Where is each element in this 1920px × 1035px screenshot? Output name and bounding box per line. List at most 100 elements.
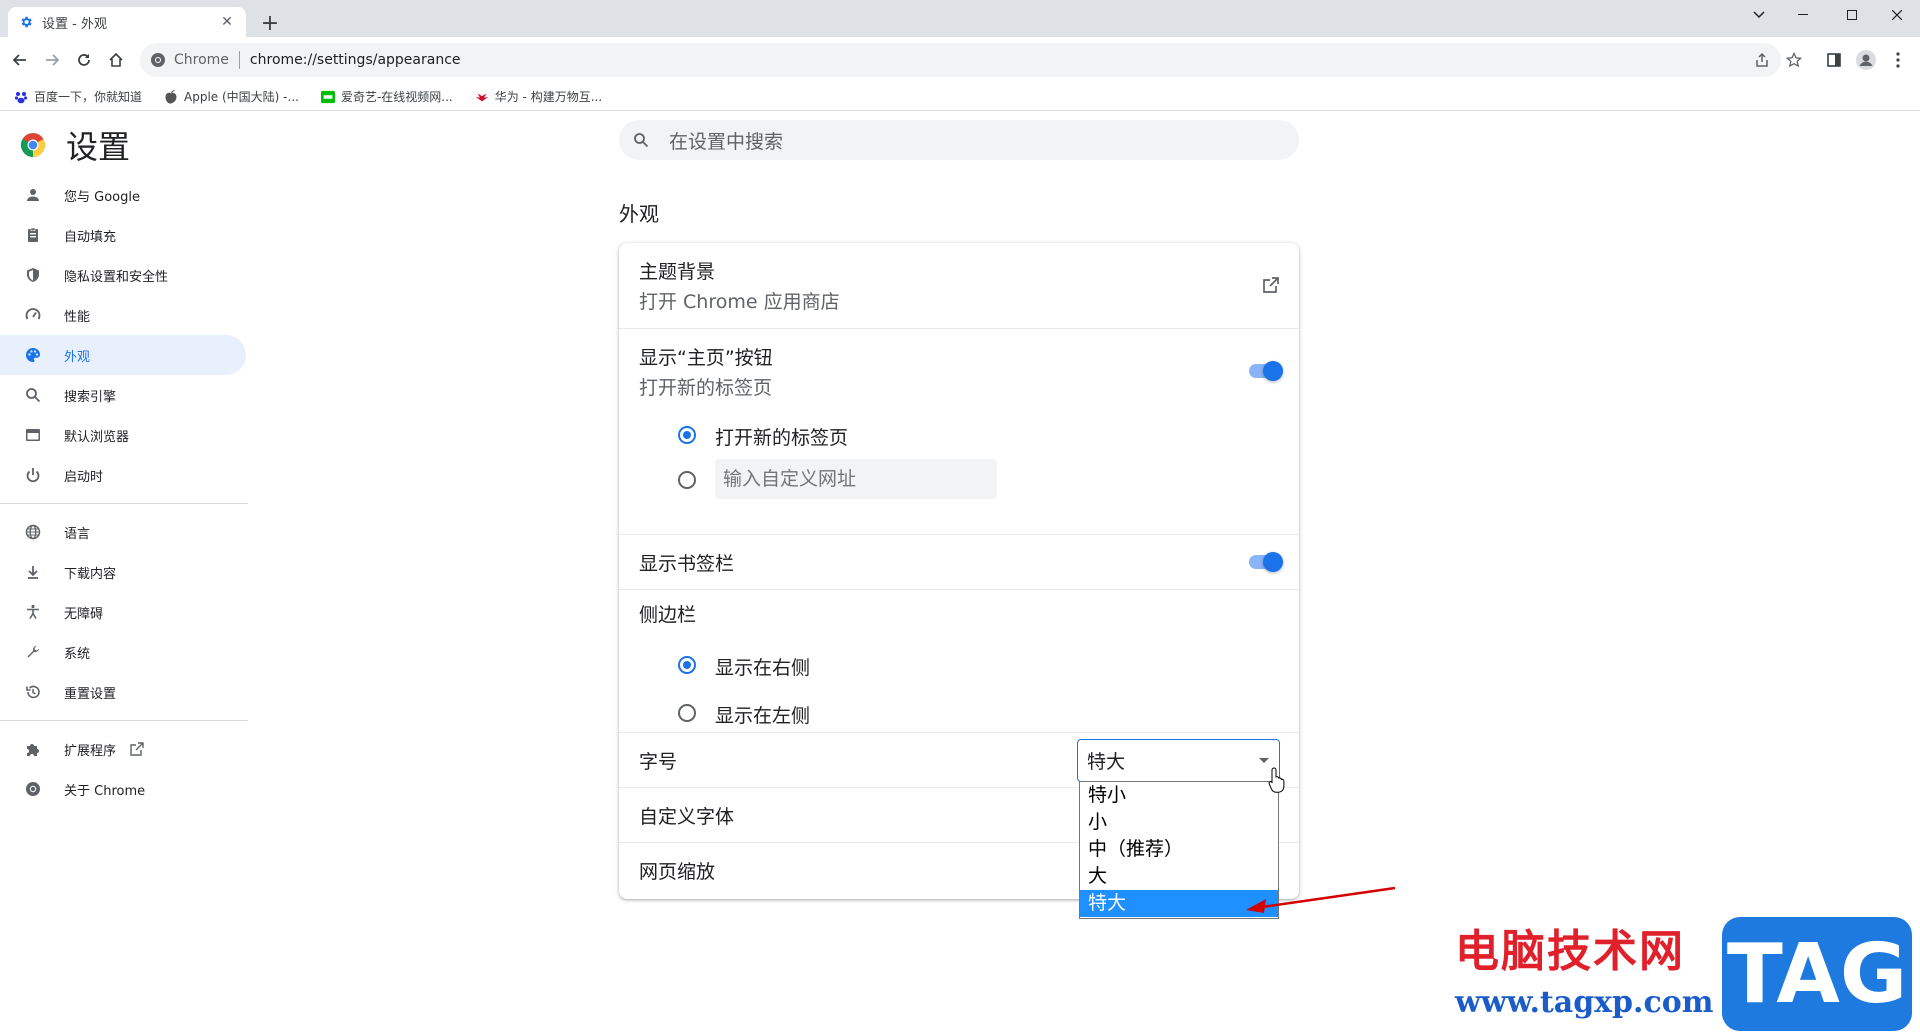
watermark-text: 电脑技术网 bbox=[1455, 926, 1685, 977]
tab-title: 设置 - 外观 bbox=[42, 16, 107, 32]
window-close-icon[interactable] bbox=[1874, 0, 1920, 30]
home-button-row: 显示“主页”按钮 打开新的标签页 打开新的标签页 bbox=[619, 328, 1299, 534]
active-tab[interactable]: 设置 - 外观 ✕ bbox=[8, 7, 246, 37]
browser-toolbar: Chrome chrome://settings/appearance bbox=[0, 37, 1920, 83]
theme-row[interactable]: 主题背景 打开 Chrome 应用商店 bbox=[619, 243, 1299, 328]
forward-arrow-icon[interactable] bbox=[38, 46, 66, 74]
home-button-toggle[interactable] bbox=[1249, 361, 1283, 381]
sidebar-item-label: 扩展程序 bbox=[64, 743, 117, 759]
sidebar-item-system[interactable]: 系统 bbox=[0, 632, 246, 672]
radio-show-left[interactable] bbox=[678, 704, 696, 722]
home-button-label: 显示“主页”按钮 bbox=[639, 347, 773, 369]
sidebar-item-downloads[interactable]: 下载内容 bbox=[0, 552, 246, 592]
toggle-knob bbox=[1263, 552, 1283, 572]
power-icon bbox=[24, 466, 42, 484]
bookmark-label: 华为 - 构建万物互... bbox=[494, 90, 603, 104]
settings-gear-icon bbox=[18, 14, 34, 30]
sidebar-item-default-browser[interactable]: 默认浏览器 bbox=[0, 415, 246, 455]
radio-show-right[interactable] bbox=[678, 656, 696, 674]
sidebar-item-label: 您与 Google bbox=[64, 189, 140, 205]
page-zoom-label: 网页缩放 bbox=[639, 861, 716, 883]
history-icon bbox=[24, 683, 42, 701]
toggle-knob bbox=[1263, 361, 1283, 381]
new-tab-button[interactable]: + bbox=[258, 12, 282, 36]
clipboard-icon bbox=[24, 226, 42, 244]
speedometer-icon bbox=[24, 306, 42, 324]
address-bar[interactable]: Chrome chrome://settings/appearance bbox=[140, 43, 1781, 77]
custom-url-input[interactable] bbox=[715, 459, 997, 499]
tab-search-chevron-down-icon[interactable] bbox=[1736, 0, 1782, 30]
sidebar-item-label: 系统 bbox=[64, 646, 91, 662]
sidebar-item-search-engine[interactable]: 搜索引擎 bbox=[0, 375, 246, 415]
search-icon bbox=[24, 386, 42, 404]
sidebar-item-label: 语言 bbox=[64, 526, 91, 542]
font-size-option[interactable]: 小 bbox=[1080, 809, 1278, 836]
sidebar-item-reset[interactable]: 重置设置 bbox=[0, 672, 246, 712]
chrome-logo-icon bbox=[20, 133, 46, 157]
maximize-icon[interactable] bbox=[1829, 0, 1875, 30]
sidebar-item-accessibility[interactable]: 无障碍 bbox=[0, 592, 246, 632]
chrome-icon bbox=[24, 780, 42, 798]
sidebar-item-label: 无障碍 bbox=[64, 606, 104, 622]
font-size-option[interactable]: 中（推荐） bbox=[1080, 836, 1278, 863]
chrome-small-icon bbox=[151, 53, 165, 67]
bookmarks-bar-row: 显示书签栏 bbox=[619, 534, 1299, 589]
settings-sidebar: 您与 Google 自动填充 隐私设置和安全性 性能 外观 搜索引擎 默认浏览器… bbox=[0, 175, 248, 809]
side-panel-icon[interactable] bbox=[1820, 46, 1848, 74]
profile-avatar-icon[interactable] bbox=[1852, 46, 1880, 74]
bookmark-item[interactable]: 百度一下，你就知道 bbox=[14, 88, 142, 105]
site-chip[interactable]: Chrome bbox=[150, 52, 229, 68]
puzzle-icon bbox=[24, 740, 42, 758]
side-panel-label: 侧边栏 bbox=[639, 604, 697, 626]
external-link-icon[interactable] bbox=[1261, 275, 1281, 295]
share-icon[interactable] bbox=[1748, 46, 1776, 74]
sidebar-divider bbox=[0, 720, 248, 721]
bookmark-item[interactable]: 华为 - 构建万物互... bbox=[475, 88, 602, 105]
sidebar-item-appearance[interactable]: 外观 bbox=[0, 335, 246, 375]
external-link-icon bbox=[130, 742, 144, 756]
settings-search[interactable]: 在设置中搜索 bbox=[619, 120, 1299, 160]
back-arrow-icon[interactable] bbox=[6, 46, 34, 74]
bookmark-star-icon[interactable] bbox=[1780, 46, 1808, 74]
sidebar-item-you-and-google[interactable]: 您与 Google bbox=[0, 175, 246, 215]
sidebar-item-privacy[interactable]: 隐私设置和安全性 bbox=[0, 255, 246, 295]
home-icon[interactable] bbox=[102, 46, 130, 74]
minimize-icon[interactable] bbox=[1780, 0, 1826, 30]
bookmarks-bar: 百度一下，你就知道 Apple (中国大陆) -... 爱奇艺-在线视频网...… bbox=[0, 83, 1920, 111]
settings-header: 设置 bbox=[20, 122, 130, 168]
radio-custom-url[interactable] bbox=[678, 471, 696, 489]
bookmark-item[interactable]: 爱奇艺-在线视频网... bbox=[320, 88, 453, 105]
sidebar-item-languages[interactable]: 语言 bbox=[0, 512, 246, 552]
tab-strip: 设置 - 外观 ✕ + bbox=[0, 0, 1920, 37]
radio-new-tab-label: 打开新的标签页 bbox=[715, 427, 849, 449]
font-size-select-value: 特大 bbox=[1087, 751, 1126, 773]
custom-fonts-label: 自定义字体 bbox=[639, 806, 735, 828]
baidu-icon bbox=[14, 90, 28, 104]
browser-icon bbox=[24, 426, 42, 444]
sidebar-item-about-chrome[interactable]: 关于 Chrome bbox=[0, 769, 246, 809]
hand-cursor-icon bbox=[1268, 767, 1285, 793]
bookmarks-bar-toggle[interactable] bbox=[1249, 552, 1283, 572]
globe-icon bbox=[24, 523, 42, 541]
bookmark-item[interactable]: Apple (中国大陆) -... bbox=[164, 88, 299, 105]
sidebar-item-on-startup[interactable]: 启动时 bbox=[0, 455, 246, 495]
shield-icon bbox=[24, 266, 42, 284]
sidebar-item-autofill[interactable]: 自动填充 bbox=[0, 215, 246, 255]
bookmark-label: Apple (中国大陆) -... bbox=[184, 90, 299, 104]
url-text[interactable]: chrome://settings/appearance bbox=[250, 52, 461, 68]
close-icon[interactable]: ✕ bbox=[218, 13, 236, 31]
font-size-option[interactable]: 特小 bbox=[1080, 782, 1278, 809]
sidebar-item-performance[interactable]: 性能 bbox=[0, 295, 246, 335]
radio-show-right-label: 显示在右侧 bbox=[715, 657, 811, 679]
bookmark-label: 百度一下，你就知道 bbox=[34, 90, 143, 104]
side-panel-row: 侧边栏 显示在右侧 显示在左侧 bbox=[619, 589, 1299, 732]
font-size-select[interactable]: 特大 bbox=[1077, 739, 1280, 782]
reload-icon[interactable] bbox=[70, 46, 98, 74]
home-button-sublabel: 打开新的标签页 bbox=[639, 377, 773, 399]
sidebar-item-extensions[interactable]: 扩展程序 bbox=[0, 729, 246, 769]
radio-new-tab[interactable] bbox=[678, 426, 696, 444]
radio-show-left-label: 显示在左侧 bbox=[715, 705, 811, 727]
palette-icon bbox=[24, 346, 42, 364]
more-menu-icon[interactable] bbox=[1884, 46, 1912, 74]
sidebar-item-label: 默认浏览器 bbox=[64, 429, 130, 445]
